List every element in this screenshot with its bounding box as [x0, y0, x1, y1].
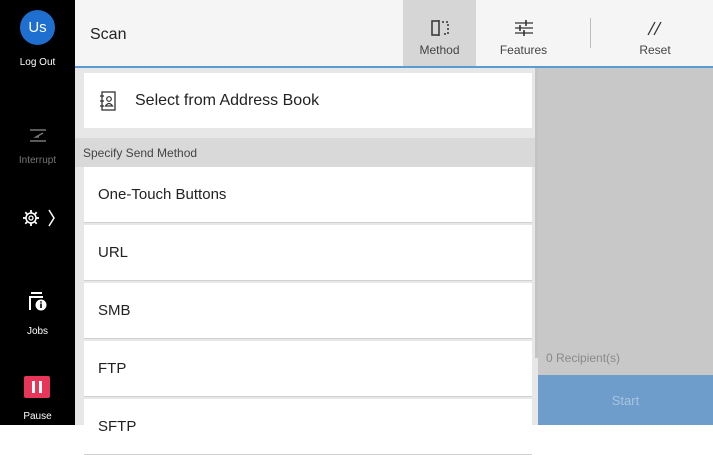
interrupt-label: Interrupt — [18, 155, 57, 166]
interrupt-icon[interactable] — [0, 124, 75, 144]
method-item-sftp[interactable]: SFTP — [84, 399, 532, 455]
gear-icon — [22, 209, 55, 227]
method-icon — [430, 20, 449, 36]
logout-label[interactable]: Log Out — [0, 57, 75, 68]
method-item-ftp[interactable]: FTP — [84, 341, 532, 397]
pause-label: Pause — [23, 411, 52, 422]
section-header: Specify Send Method — [75, 138, 538, 167]
jobs-icon[interactable] — [0, 290, 75, 312]
header-divider — [590, 18, 591, 48]
method-item-url[interactable]: URL — [84, 225, 532, 281]
sliders-icon — [514, 20, 533, 36]
address-book-label: Select from Address Book — [135, 91, 320, 109]
device-settings-button[interactable] — [0, 206, 75, 230]
start-button[interactable]: Start — [538, 375, 713, 425]
address-book-button[interactable]: Select from Address Book — [84, 73, 532, 128]
user-avatar[interactable]: Us — [20, 10, 55, 45]
pause-icon — [32, 381, 35, 393]
method-item-smb[interactable]: SMB — [84, 283, 532, 339]
address-book-icon — [99, 90, 117, 111]
app-header: Scan Method Features Reset — [75, 0, 713, 68]
tab-features[interactable]: Features — [485, 0, 562, 66]
method-item-one-touch[interactable]: One-Touch Buttons — [84, 167, 532, 223]
jobs-label: Jobs — [26, 326, 49, 337]
page-title: Scan — [90, 26, 127, 43]
tab-features-label: Features — [499, 43, 548, 57]
pause-button[interactable] — [24, 376, 50, 398]
recipient-count: 0 Recipient(s) — [546, 351, 621, 365]
tab-method[interactable]: Method — [403, 0, 476, 66]
reset-slashes-icon — [647, 21, 662, 36]
side-rail: Us Log Out Interrupt Jobs Pause — [0, 0, 75, 425]
reset-button[interactable]: Reset — [620, 0, 690, 66]
reset-label: Reset — [639, 43, 671, 57]
tab-method-label: Method — [419, 43, 460, 57]
recipients-panel — [538, 68, 713, 425]
